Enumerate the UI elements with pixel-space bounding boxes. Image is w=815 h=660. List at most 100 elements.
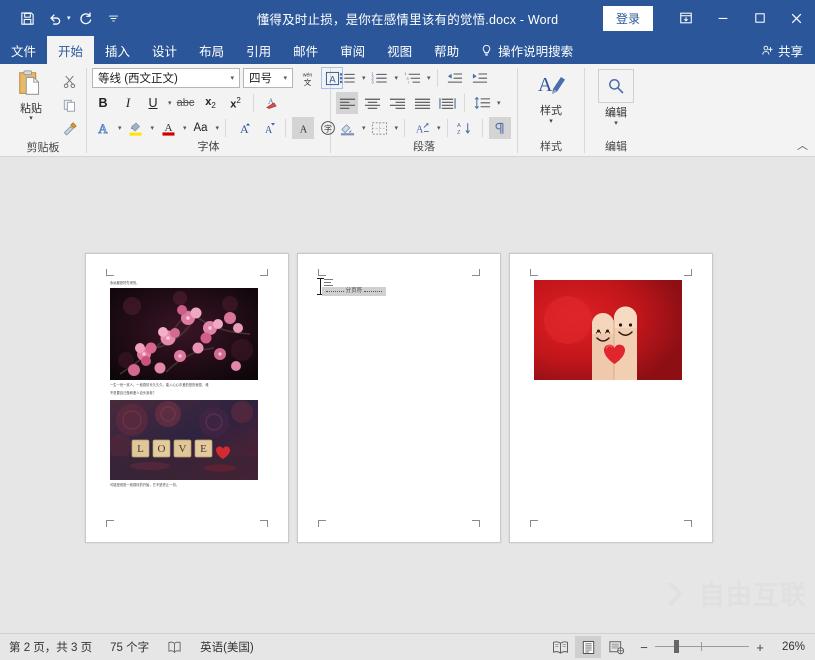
multilevel-caret[interactable]: ▾ — [427, 74, 431, 82]
shading-icon[interactable] — [336, 117, 358, 139]
highlight-caret[interactable]: ▾ — [151, 124, 155, 132]
undo-icon[interactable] — [42, 5, 68, 31]
tab-references[interactable]: 引用 — [235, 36, 282, 64]
character-shading-icon[interactable]: A — [292, 117, 315, 139]
styles-button[interactable]: A 样式 ▾ — [524, 67, 578, 125]
read-mode-icon[interactable] — [547, 636, 573, 658]
decrease-indent-icon[interactable] — [444, 67, 466, 89]
bullets-caret[interactable]: ▾ — [362, 74, 366, 82]
zoom-control[interactable]: − + 26% — [631, 640, 805, 655]
tab-review[interactable]: 审阅 — [329, 36, 376, 64]
text-effects-icon[interactable]: A — [92, 117, 114, 139]
tab-view[interactable]: 视图 — [376, 36, 423, 64]
tell-me-search[interactable]: 操作说明搜索 — [470, 36, 583, 64]
proofing-errors-icon[interactable] — [158, 640, 191, 654]
superscript-icon[interactable]: x2 — [225, 92, 247, 114]
minimize-icon[interactable] — [704, 0, 741, 36]
document-page-3[interactable] — [509, 253, 713, 543]
share-button[interactable]: 共享 — [749, 36, 815, 64]
numbering-icon[interactable]: 123 — [369, 67, 391, 89]
change-case-caret[interactable]: ▾ — [216, 124, 220, 132]
zoom-slider[interactable] — [655, 640, 749, 654]
print-layout-icon[interactable] — [575, 636, 601, 658]
grow-font-icon[interactable]: A — [232, 117, 254, 139]
language-indicator[interactable]: 英语(美国) — [191, 639, 263, 655]
show-formatting-marks-icon[interactable] — [488, 117, 511, 139]
paste-dropdown-caret[interactable]: ▾ — [29, 115, 33, 122]
zoom-out-button[interactable]: − — [639, 640, 649, 655]
document-page-1[interactable]: 永远都是好先来的。 一生一世一双人，一段感情长久久久，能入心心中爱的是的秘密，难… — [85, 253, 289, 543]
bullets-icon[interactable] — [336, 67, 358, 89]
zoom-in-button[interactable]: + — [755, 640, 765, 655]
chinese-layout-icon[interactable]: A — [411, 117, 433, 139]
italic-icon[interactable]: I — [117, 92, 139, 114]
cherry-blossom-photo[interactable] — [110, 288, 258, 380]
undo-dropdown-caret[interactable]: ▾ — [67, 15, 71, 22]
redo-icon[interactable] — [73, 5, 99, 31]
align-center-icon[interactable] — [361, 92, 383, 114]
shading-caret[interactable]: ▾ — [362, 124, 366, 132]
numbering-caret[interactable]: ▾ — [395, 74, 399, 82]
page-indicator[interactable]: 第 2 页，共 3 页 — [0, 639, 101, 655]
cut-icon[interactable] — [57, 70, 81, 92]
word-count[interactable]: 75 个字 — [101, 639, 158, 655]
font-size-combo[interactable]: 四号 ▾ — [243, 68, 293, 88]
align-left-icon[interactable] — [336, 92, 358, 114]
tab-file[interactable]: 文件 — [0, 36, 47, 64]
font-color-icon[interactable]: A — [157, 117, 179, 139]
font-name-combo[interactable]: 等线 (西文正文) ▾ — [92, 68, 240, 88]
paste-button[interactable]: 粘贴 ▾ — [5, 67, 57, 122]
tab-mailings[interactable]: 邮件 — [282, 36, 329, 64]
change-case-icon[interactable]: Aa — [190, 117, 212, 139]
tab-layout[interactable]: 布局 — [188, 36, 235, 64]
page-break-marker[interactable]: 分页符 — [322, 287, 386, 296]
subscript-icon[interactable]: x2 — [200, 92, 222, 114]
clear-formatting-icon[interactable]: A — [260, 92, 282, 114]
bold-icon[interactable]: B — [92, 92, 114, 114]
borders-icon[interactable] — [369, 117, 391, 139]
save-icon[interactable] — [14, 5, 40, 31]
increase-indent-icon[interactable] — [469, 67, 491, 89]
font-size-caret[interactable]: ▾ — [280, 74, 290, 82]
line-spacing-icon[interactable] — [471, 92, 493, 114]
align-right-icon[interactable] — [386, 92, 408, 114]
zoom-level-label[interactable]: 26% — [771, 641, 805, 653]
copy-icon[interactable] — [57, 94, 81, 116]
font-color-caret[interactable]: ▾ — [183, 124, 187, 132]
tab-insert[interactable]: 插入 — [94, 36, 141, 64]
ribbon-display-options-icon[interactable] — [667, 0, 704, 36]
format-painter-icon[interactable] — [57, 118, 81, 140]
tab-design[interactable]: 设计 — [141, 36, 188, 64]
close-icon[interactable] — [778, 0, 815, 36]
document-canvas[interactable]: 永远都是好先来的。 一生一世一双人，一段感情长久久久，能入心心中爱的是的秘密，难… — [0, 157, 815, 634]
styles-dropdown-caret[interactable]: ▾ — [549, 118, 553, 125]
chinese-layout-caret[interactable]: ▾ — [437, 124, 441, 132]
shrink-font-icon[interactable]: A — [257, 117, 279, 139]
font-name-caret[interactable]: ▾ — [227, 74, 237, 82]
line-spacing-caret[interactable]: ▾ — [497, 99, 501, 107]
editing-dropdown-caret[interactable]: ▾ — [614, 120, 618, 127]
editing-button[interactable]: 编辑 ▾ — [590, 67, 642, 127]
justify-icon[interactable] — [411, 92, 433, 114]
tab-home[interactable]: 开始 — [47, 36, 95, 64]
document-page-2[interactable]: 分页符 — [297, 253, 501, 543]
text-highlight-color-icon[interactable]: ab — [125, 117, 147, 139]
text-effects-caret[interactable]: ▾ — [118, 124, 122, 132]
borders-caret[interactable]: ▾ — [395, 124, 399, 132]
distributed-icon[interactable] — [436, 92, 458, 114]
sort-icon[interactable]: AZ — [454, 117, 476, 139]
sign-in-button[interactable]: 登录 — [602, 5, 653, 31]
tab-help[interactable]: 帮助 — [423, 36, 470, 64]
love-scrabble-photo[interactable]: LOVE — [110, 400, 258, 480]
multilevel-list-icon[interactable]: 1ai — [401, 67, 423, 89]
underline-caret[interactable]: ▾ — [168, 99, 172, 107]
zoom-slider-thumb[interactable] — [674, 640, 679, 653]
customize-qat-icon[interactable] — [101, 5, 127, 31]
phonetic-guide-icon[interactable]: wén 文 — [296, 67, 318, 89]
underline-icon[interactable]: U — [142, 92, 164, 114]
maximize-icon[interactable] — [741, 0, 778, 36]
web-layout-icon[interactable] — [603, 636, 629, 658]
collapse-ribbon-button[interactable]: ︿ — [797, 137, 808, 153]
fingers-heart-photo[interactable] — [534, 280, 682, 380]
strikethrough-icon[interactable]: abc — [175, 92, 197, 114]
